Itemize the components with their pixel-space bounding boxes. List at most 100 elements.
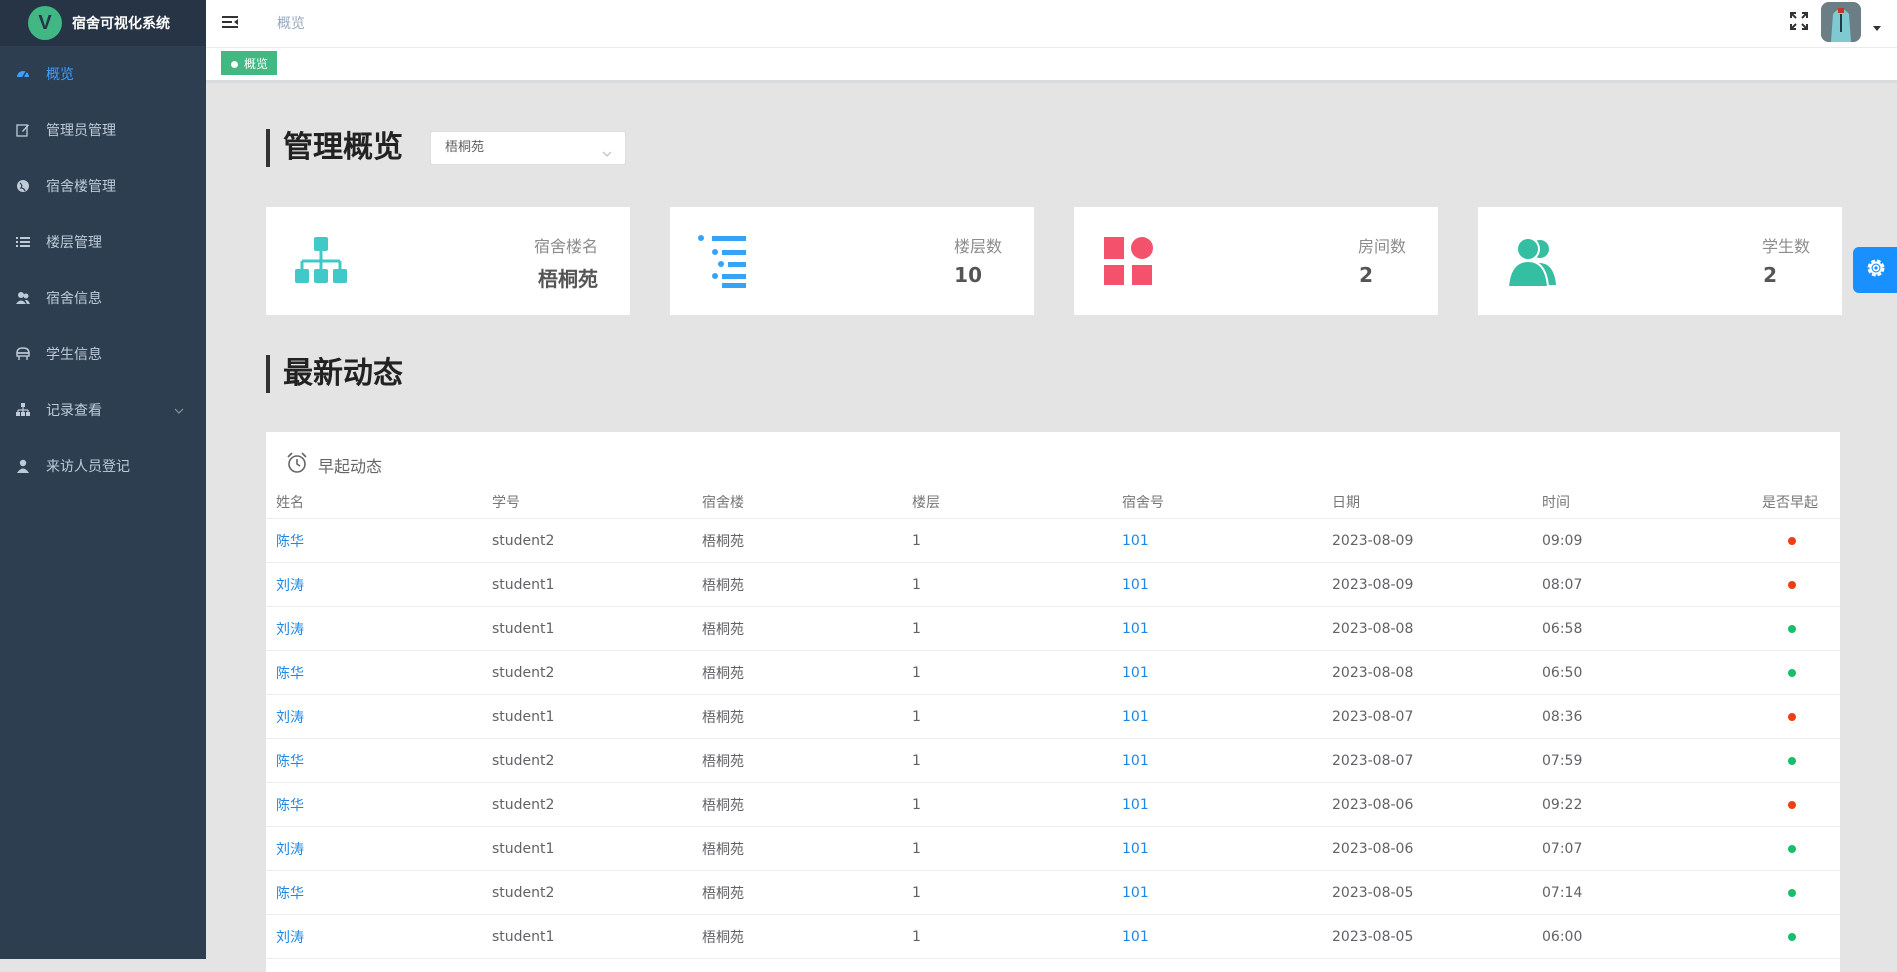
table-row[interactable]: 刘涛 student1 梧桐苑 1 101 2023-08-05 06:00 xyxy=(266,914,1840,959)
avatar[interactable] xyxy=(1821,2,1861,42)
student-name-link[interactable]: 陈华 xyxy=(266,738,482,783)
building-select-value: 梧桐苑 xyxy=(445,140,485,155)
building-cell: 梧桐苑 xyxy=(692,914,902,959)
date-cell: 2023-08-07 xyxy=(1322,738,1532,783)
breadcrumb[interactable]: 概览 xyxy=(277,13,305,33)
table-header-row: 姓名 学号 宿舍楼 楼层 宿舍号 日期 时间 是否早起 xyxy=(266,486,1840,519)
col-header[interactable]: 日期 xyxy=(1322,486,1532,519)
student-name-link[interactable]: 刘涛 xyxy=(266,914,482,959)
student-name-link[interactable]: 刘涛 xyxy=(266,562,482,607)
time-cell: 08:07 xyxy=(1532,562,1742,607)
student-name-link[interactable]: 陈华 xyxy=(266,650,482,695)
student-name-link[interactable]: 刘涛 xyxy=(266,826,482,871)
tags-view: 概览 xyxy=(206,48,1897,81)
user-icon xyxy=(16,459,30,473)
table-row[interactable]: 刘涛 student1 梧桐苑 1 101 2023-08-08 06:58 xyxy=(266,606,1840,651)
sidebar-item-visitor[interactable]: 来访人员登记 xyxy=(0,438,206,494)
sidebar-item-label: 学生信息 xyxy=(46,347,102,363)
table-row[interactable]: 陈华 student2 梧桐苑 1 101 2023-08-06 09:22 xyxy=(266,782,1840,827)
stat-card-students[interactable]: 学生数 2 xyxy=(1478,207,1842,315)
building-cell: 梧桐苑 xyxy=(692,870,902,915)
settings-button[interactable] xyxy=(1853,247,1897,293)
room-number-link[interactable]: 101 xyxy=(1112,518,1322,563)
tag-overview[interactable]: 概览 xyxy=(221,51,278,75)
status-dot xyxy=(1788,580,1796,589)
date-cell: 2023-08-09 xyxy=(1322,562,1532,607)
gear-icon xyxy=(1864,256,1888,284)
early-status-cell xyxy=(1742,914,1840,959)
student-name-link[interactable]: 刘涛 xyxy=(266,694,482,739)
org-chart-icon xyxy=(294,235,348,289)
date-cell: 2023-08-05 xyxy=(1322,914,1532,959)
room-number-link[interactable]: 101 xyxy=(1112,562,1322,607)
time-cell: 06:00 xyxy=(1532,914,1742,959)
student-name-link[interactable]: 陈华 xyxy=(266,782,482,827)
sidebar-item-overview[interactable]: 概览 xyxy=(0,46,206,102)
room-number-link[interactable]: 101 xyxy=(1112,738,1322,783)
room-number-link[interactable]: 101 xyxy=(1112,870,1322,915)
early-status-cell xyxy=(1742,738,1840,783)
table-row[interactable]: 陈华 student2 梧桐苑 1 101 2023-08-09 09:09 xyxy=(266,518,1840,563)
student-id-cell: student2 xyxy=(482,782,692,827)
card-value: 10 xyxy=(954,263,982,287)
student-id-cell: student1 xyxy=(482,606,692,651)
floor-cell: 1 xyxy=(902,518,1112,563)
status-dot xyxy=(1788,932,1796,941)
room-number-link[interactable]: 101 xyxy=(1112,826,1322,871)
sidebar-item-records[interactable]: 记录查看 xyxy=(0,382,206,438)
status-dot xyxy=(1788,800,1796,809)
dropdown-caret-icon[interactable] xyxy=(1873,26,1881,31)
table-row[interactable]: 刘涛 student1 梧桐苑 1 101 2023-08-09 08:07 xyxy=(266,562,1840,607)
table-row[interactable]: 陈华 student2 梧桐苑 1 101 2023-08-08 06:50 xyxy=(266,650,1840,695)
early-status-cell xyxy=(1742,826,1840,871)
date-cell: 2023-08-05 xyxy=(1322,870,1532,915)
room-number-link[interactable]: 101 xyxy=(1112,694,1322,739)
table-row[interactable]: 刘涛 student1 梧桐苑 1 101 2023-08-06 07:07 xyxy=(266,826,1840,871)
room-number-link[interactable]: 101 xyxy=(1112,606,1322,651)
sidebar-item-student[interactable]: 学生信息 xyxy=(0,326,206,382)
time-cell: 07:14 xyxy=(1532,870,1742,915)
sidebar-item-admin[interactable]: 管理员管理 xyxy=(0,102,206,158)
col-header[interactable]: 是否早起 xyxy=(1742,486,1840,519)
early-status-cell xyxy=(1742,518,1840,563)
sidebar-item-building[interactable]: 宿舍楼管理 xyxy=(0,158,206,214)
stat-card-floors[interactable]: 楼层数 10 xyxy=(670,207,1034,315)
people-icon xyxy=(1506,235,1560,289)
student-name-link[interactable]: 陈华 xyxy=(266,518,482,563)
alarm-clock-icon xyxy=(286,452,318,478)
date-cell: 2023-08-06 xyxy=(1322,782,1532,827)
time-cell: 06:58 xyxy=(1532,606,1742,651)
col-header[interactable]: 宿舍号 xyxy=(1112,486,1322,519)
stat-card-rooms[interactable]: 房间数 2 xyxy=(1074,207,1438,315)
floor-cell: 1 xyxy=(902,826,1112,871)
hamburger-icon[interactable] xyxy=(222,14,238,30)
student-id-cell: student1 xyxy=(482,562,692,607)
early-status-cell xyxy=(1742,870,1840,915)
sidebar-item-label: 概览 xyxy=(46,67,74,83)
building-cell: 梧桐苑 xyxy=(692,562,902,607)
col-header[interactable]: 楼层 xyxy=(902,486,1112,519)
fullscreen-icon[interactable] xyxy=(1789,11,1809,31)
sidebar-item-label: 来访人员登记 xyxy=(46,459,130,475)
table-row[interactable]: 陈华 student2 梧桐苑 1 101 2023-08-07 07:59 xyxy=(266,738,1840,783)
table-row[interactable]: 陈华 student2 梧桐苑 1 101 2023-08-05 07:14 xyxy=(266,870,1840,915)
col-header[interactable]: 姓名 xyxy=(266,486,482,519)
col-header[interactable]: 时间 xyxy=(1532,486,1742,519)
logo-bar[interactable]: V 宿舍可视化系统 xyxy=(0,0,206,46)
building-select[interactable]: 梧桐苑 xyxy=(430,131,626,165)
tree-icon xyxy=(16,403,30,417)
col-header[interactable]: 学号 xyxy=(482,486,692,519)
room-number-link[interactable]: 101 xyxy=(1112,782,1322,827)
sidebar-item-floor[interactable]: 楼层管理 xyxy=(0,214,206,270)
room-number-link[interactable]: 101 xyxy=(1112,914,1322,959)
room-number-link[interactable]: 101 xyxy=(1112,650,1322,695)
sidebar-item-dorm[interactable]: 宿舍信息 xyxy=(0,270,206,326)
student-name-link[interactable]: 刘涛 xyxy=(266,606,482,651)
date-cell: 2023-08-08 xyxy=(1322,606,1532,651)
col-header[interactable]: 宿舍楼 xyxy=(692,486,902,519)
status-dot xyxy=(1788,712,1796,721)
stat-card-building[interactable]: 宿舍楼名 梧桐苑 xyxy=(266,207,630,315)
table-row[interactable]: 刘涛 student1 梧桐苑 1 101 2023-08-07 08:36 xyxy=(266,694,1840,739)
app-logo: V xyxy=(28,6,62,40)
student-name-link[interactable]: 陈华 xyxy=(266,870,482,915)
